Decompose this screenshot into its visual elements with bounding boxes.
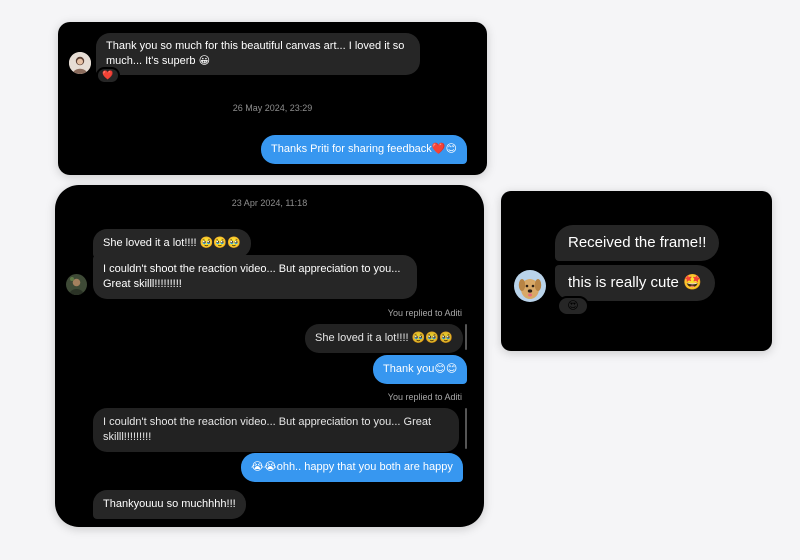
incoming-message[interactable]: Thank you so much for this beautiful can… xyxy=(96,33,420,75)
dog-avatar-icon xyxy=(514,270,546,302)
message-text: Thankyouuu so muchhhh!!! xyxy=(103,498,236,510)
outgoing-message[interactable]: Thank you😊😊 xyxy=(373,355,468,384)
timestamp: 26 May 2024, 23:29 xyxy=(232,103,313,113)
replied-to-label: You replied to Aditi xyxy=(387,392,462,402)
avatar[interactable] xyxy=(69,52,91,74)
incoming-message[interactable]: I couldn't shoot the reaction video... B… xyxy=(93,255,417,299)
replied-to-label: You replied to Aditi xyxy=(387,308,462,318)
message-text: Received the frame!! xyxy=(568,234,707,251)
message-text: 😭😭ohh.. happy that you both are happy xyxy=(251,461,453,473)
incoming-message[interactable]: Thankyouuu so muchhhh!!! xyxy=(93,490,246,519)
message-text: She loved it a lot!!!! 🥹🥹🥹 xyxy=(315,332,453,344)
conversation-card-aditi: 23 Apr 2024, 11:18 She loved it a lot!!!… xyxy=(55,185,484,527)
quoted-message[interactable]: She loved it a lot!!!! 🥹🥹🥹 xyxy=(305,324,463,353)
reply-indicator-bar xyxy=(465,408,467,449)
person-avatar-icon xyxy=(66,274,87,295)
reply-indicator-bar xyxy=(465,324,467,350)
conversation-card-priti: Thank you so much for this beautiful can… xyxy=(58,22,487,175)
heart-icon: ❤️ xyxy=(102,70,114,80)
message-text: this is really cute 🤩 xyxy=(568,274,702,291)
outgoing-message[interactable]: Thanks Priti for sharing feedback❤️😊 xyxy=(261,135,467,164)
message-text: Thanks Priti for sharing feedback❤️😊 xyxy=(271,143,457,155)
incoming-message[interactable]: Received the frame!! xyxy=(555,225,720,261)
timestamp: 23 Apr 2024, 11:18 xyxy=(231,198,308,208)
message-text: She loved it a lot!!!! 🥹🥹🥹 xyxy=(103,237,241,249)
message-text: Thank you😊😊 xyxy=(383,363,458,375)
incoming-message[interactable]: She loved it a lot!!!! 🥹🥹🥹 xyxy=(93,229,251,258)
message-text: I couldn't shoot the reaction video... B… xyxy=(103,416,432,443)
reaction-badge[interactable]: ❤️ xyxy=(96,67,120,84)
conversation-card-frame: Received the frame!! this is really cute… xyxy=(501,191,772,351)
outgoing-message[interactable]: 😭😭ohh.. happy that you both are happy xyxy=(241,453,463,482)
person-avatar-icon xyxy=(69,52,91,74)
message-text: Thank you so much for this beautiful can… xyxy=(106,40,405,67)
quoted-message[interactable]: I couldn't shoot the reaction video... B… xyxy=(93,408,459,452)
avatar[interactable] xyxy=(514,270,546,302)
heart-eyes-icon: 😍 xyxy=(567,300,579,312)
reaction-badge[interactable]: 😍 xyxy=(557,296,589,316)
avatar[interactable] xyxy=(66,274,87,295)
message-text: I couldn't shoot the reaction video... B… xyxy=(103,263,401,290)
